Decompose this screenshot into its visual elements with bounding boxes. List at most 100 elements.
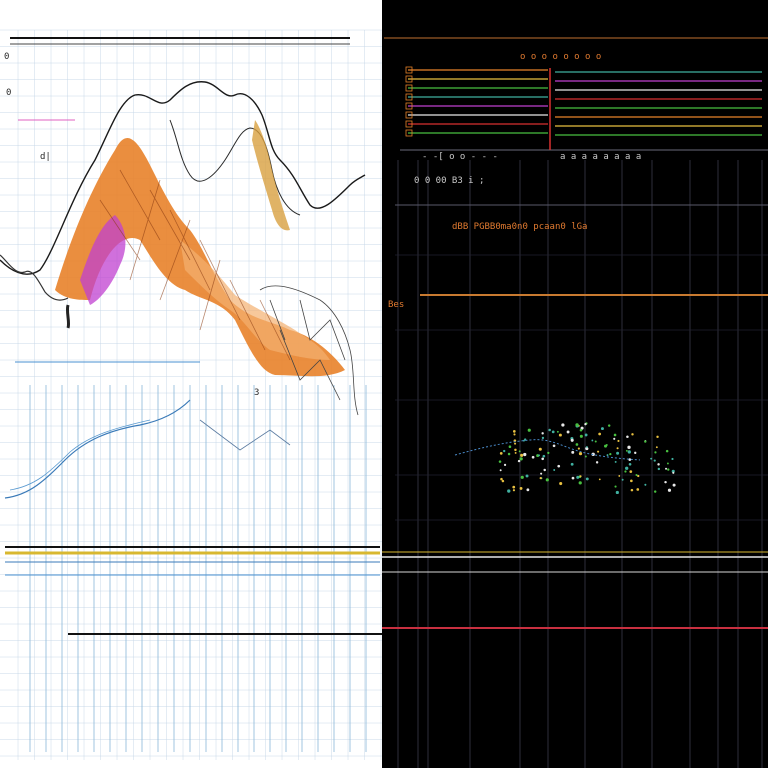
scatter-point — [520, 475, 524, 479]
scatter-point — [575, 423, 579, 427]
scatter-point — [594, 440, 597, 443]
scatter-point — [579, 434, 583, 438]
scatter-point — [657, 463, 660, 466]
scatter-point — [616, 451, 620, 455]
scatter-point — [578, 481, 582, 485]
scatter-point — [607, 424, 611, 427]
scatter-point — [615, 490, 619, 495]
scatter-point — [540, 472, 543, 475]
scatter-point — [513, 433, 516, 436]
scatter-point — [627, 445, 631, 450]
scatter-point — [499, 469, 502, 472]
scatter-point — [566, 430, 570, 434]
scatter-point — [538, 454, 540, 457]
scatter-point — [551, 430, 555, 434]
scatter-point — [558, 433, 562, 437]
scatter-point — [548, 428, 551, 432]
scatter-point — [538, 447, 542, 451]
scatter-point — [609, 452, 612, 456]
scatter-point — [571, 476, 575, 480]
scatter-point — [605, 444, 608, 446]
scatter-point — [627, 450, 631, 454]
scatter-point — [616, 447, 619, 450]
scatter-point — [512, 485, 516, 489]
scatter-point — [520, 453, 524, 457]
scatter-point — [672, 471, 675, 474]
scatter-point — [552, 444, 556, 448]
scatter-point — [613, 437, 616, 440]
scatter-point — [512, 489, 516, 492]
drip-mark — [65, 304, 71, 329]
scatter-point — [579, 428, 583, 432]
scatter-point — [541, 457, 545, 461]
scatter-point — [507, 452, 511, 456]
scatter-point — [559, 481, 563, 486]
scatter-point — [531, 455, 535, 459]
scatter-point — [578, 451, 583, 456]
scatter-point — [614, 460, 617, 463]
scatter-point — [514, 451, 517, 454]
scatter-point — [653, 490, 657, 493]
scatter-point — [584, 433, 588, 437]
scatter-point — [597, 450, 600, 453]
scatter-point — [571, 450, 575, 454]
scatter-point — [557, 464, 561, 468]
scatter-point — [501, 479, 505, 483]
scatter-point — [527, 428, 531, 432]
scatter-point — [570, 438, 574, 442]
scatter-point — [614, 485, 617, 488]
scatter-point — [629, 470, 633, 473]
scatter-point — [617, 439, 620, 443]
scatter-point — [514, 442, 517, 445]
scatter-point — [591, 439, 594, 442]
scatter-point — [630, 479, 633, 483]
scatter-point — [541, 436, 545, 440]
scatter-point — [526, 488, 530, 492]
scatter-point — [672, 483, 676, 487]
scatter-point — [585, 477, 589, 481]
scatter-point — [585, 447, 589, 451]
scatter-point — [595, 461, 599, 464]
scatter-point — [634, 451, 637, 455]
scatter-point — [598, 478, 601, 481]
scatter-point — [499, 452, 503, 455]
scatter-point — [654, 451, 657, 454]
scatter-point — [631, 433, 634, 436]
scatter-point — [547, 451, 550, 455]
scatter-point — [507, 489, 511, 493]
scatter-point — [600, 427, 604, 431]
scatter-point — [523, 452, 527, 457]
scatter-point — [543, 468, 546, 472]
scatter-point — [541, 432, 544, 435]
scatter-point — [517, 459, 521, 463]
scatter-point — [625, 466, 629, 470]
scatter-point — [519, 457, 523, 461]
scatter-point — [584, 455, 587, 458]
scatter-point — [630, 488, 634, 492]
scatter-point — [518, 450, 521, 453]
scatter-point — [664, 480, 667, 484]
scatter-point — [624, 470, 627, 473]
scatter-point — [656, 435, 659, 439]
scatter-point — [519, 487, 523, 490]
scatter-point — [613, 433, 617, 437]
scatter-point — [667, 468, 670, 471]
scatter-point — [621, 478, 624, 481]
scatter-point — [576, 475, 580, 479]
scatter-point — [636, 488, 640, 491]
scatter-point — [653, 459, 656, 462]
scatter-point — [665, 467, 668, 470]
scatter-point — [575, 443, 579, 446]
scatter-point — [650, 457, 653, 460]
scatter-point — [665, 449, 669, 453]
split-screen-scene — [0, 0, 768, 768]
scatter-point — [514, 448, 517, 452]
scatter-point — [667, 488, 672, 492]
scatter-point — [626, 435, 629, 438]
scatter-point — [498, 460, 502, 463]
scatter-point — [508, 445, 512, 448]
scatter-point — [525, 474, 529, 478]
scatter-point — [606, 454, 609, 457]
scatter-point — [584, 422, 587, 426]
scatter-point — [618, 475, 621, 477]
